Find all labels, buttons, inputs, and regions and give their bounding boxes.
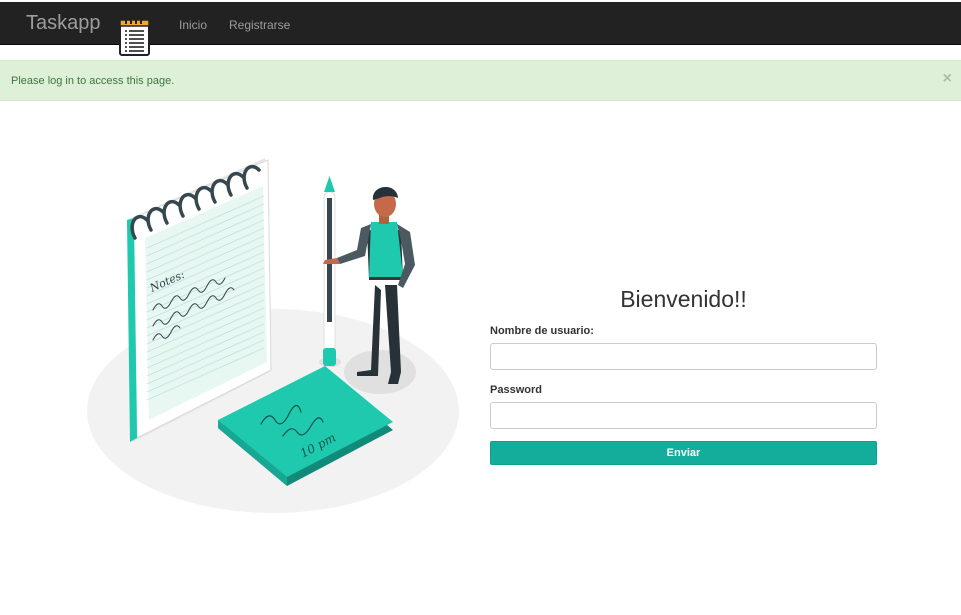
brand-link[interactable]: Taskapp (26, 12, 101, 35)
submit-button[interactable]: Enviar (490, 441, 877, 465)
notes-illustration: Notes: 10 pm (87, 158, 459, 513)
nav-link-inicio[interactable]: Inicio (179, 18, 207, 32)
welcome-title: Bienvenido!! (620, 286, 747, 312)
nav-link-registrarse[interactable]: Registrarse (229, 18, 290, 32)
alert-message: Please log in to access this page. (11, 75, 175, 87)
password-input[interactable] (490, 402, 877, 429)
login-required-alert: Please log in to access this page. × (0, 60, 961, 101)
password-label: Password (490, 384, 542, 396)
username-label: Nombre de usuario: (490, 325, 594, 337)
notepad-logo-icon (119, 17, 150, 56)
username-input[interactable] (490, 343, 877, 370)
close-icon[interactable]: × (943, 71, 952, 87)
